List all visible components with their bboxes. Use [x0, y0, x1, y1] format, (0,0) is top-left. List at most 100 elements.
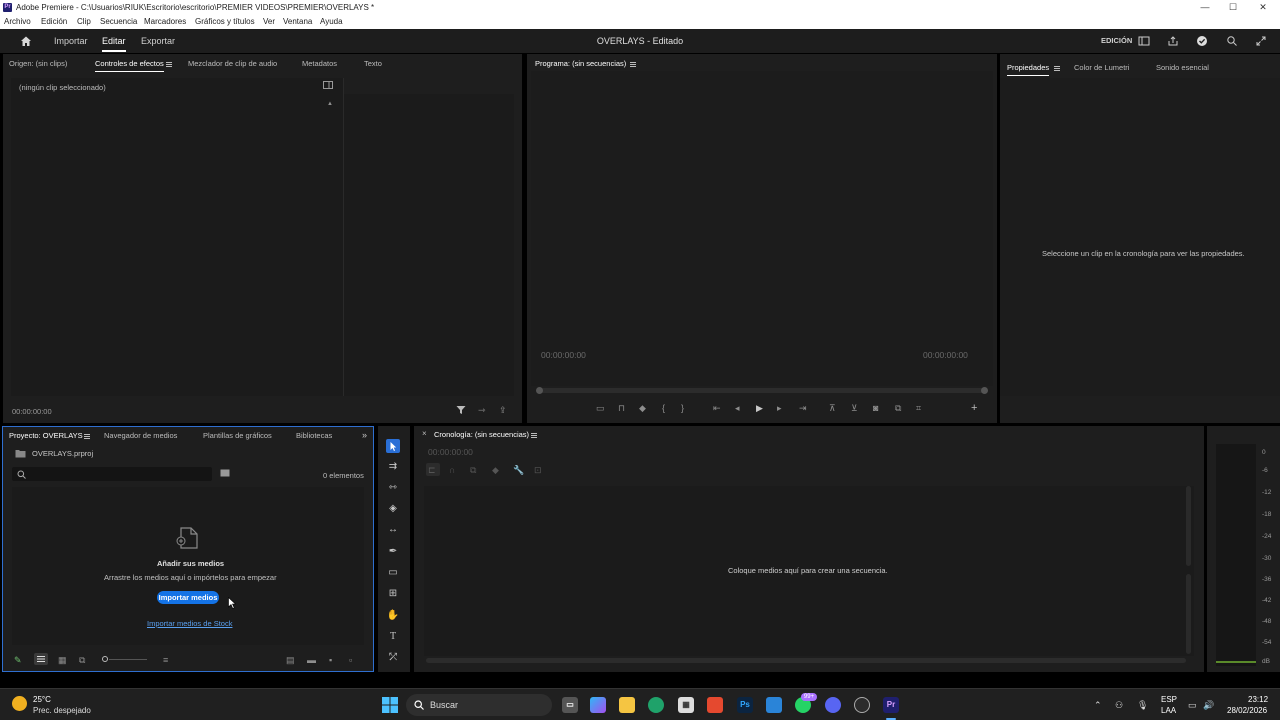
program-video-area[interactable]: [531, 71, 993, 386]
tab-color-lumetri[interactable]: Color de Lumetri: [1074, 63, 1129, 72]
delete-icon[interactable]: ▫: [349, 655, 352, 665]
photoshop-icon[interactable]: Ps: [737, 697, 753, 713]
keyboard-layout[interactable]: LAA: [1161, 706, 1176, 715]
zoom-slider-track[interactable]: [109, 659, 147, 660]
weather-icon[interactable]: [12, 696, 27, 711]
vr-icon[interactable]: ⌗: [916, 403, 921, 413]
add-marker-icon[interactable]: ◆: [639, 403, 646, 413]
pencil-icon[interactable]: ✎: [14, 655, 22, 665]
menu-ventana[interactable]: Ventana: [283, 17, 312, 26]
display-icon[interactable]: ▭: [1188, 700, 1197, 710]
generative-extend-tool-icon[interactable]: ⤱: [386, 651, 400, 665]
toggle-timeline-icon[interactable]: [323, 81, 333, 91]
discord-icon[interactable]: [825, 697, 841, 713]
video-tracks-scrollbar[interactable]: [1186, 486, 1191, 566]
properties-menu-icon[interactable]: [1054, 66, 1060, 72]
import-media-button[interactable]: Importar medios: [157, 591, 219, 604]
add-button-icon[interactable]: +: [971, 403, 977, 414]
freeform-view-icon[interactable]: ⧉: [79, 655, 85, 665]
go-to-out-icon[interactable]: ⇥: [799, 403, 807, 413]
extract-icon[interactable]: ⊻: [851, 403, 858, 413]
network-icon[interactable]: ⚇: [1115, 700, 1123, 710]
share-icon[interactable]: [1167, 35, 1179, 47]
tab-bibliotecas[interactable]: Bibliotecas: [296, 431, 332, 440]
scrubber-start-handle[interactable]: [536, 387, 543, 394]
menu-clip[interactable]: Clip: [77, 17, 91, 26]
workspace-label[interactable]: EDICIÓN: [1101, 36, 1132, 45]
slip-tool-icon[interactable]: ↔: [386, 523, 400, 537]
safe-margins-icon[interactable]: ▭: [596, 403, 605, 413]
menu-marcadores[interactable]: Marcadores: [144, 17, 186, 26]
file-explorer-icon[interactable]: [619, 697, 635, 713]
lift-clip-icon[interactable]: ⊼: [829, 403, 836, 413]
tab-cronologia[interactable]: Cronología: (sin secuencias): [434, 430, 529, 439]
tab-texto[interactable]: Texto: [364, 59, 382, 68]
edge-icon[interactable]: [648, 697, 664, 713]
show-hidden-icons[interactable]: ⌃: [1094, 700, 1102, 710]
fullscreen-icon[interactable]: [1255, 35, 1267, 47]
new-bin-from-search-icon[interactable]: [220, 469, 230, 479]
timeline-menu-icon[interactable]: [531, 433, 537, 439]
clock-time[interactable]: 23:12: [1248, 695, 1268, 704]
tab-origen[interactable]: Origen: (sin clips): [9, 59, 67, 68]
pen-tool-icon[interactable]: ✒: [386, 545, 400, 559]
snipping-tool-icon[interactable]: [766, 697, 782, 713]
icon-view-icon[interactable]: ▦: [58, 655, 67, 665]
linked-selection-icon[interactable]: ⧉: [470, 465, 476, 475]
sort-icon[interactable]: ≡: [163, 655, 168, 665]
import-stock-link[interactable]: Importar medios de Stock: [147, 619, 232, 628]
minimize-button[interactable]: —: [1190, 1, 1220, 14]
audio-tracks-scrollbar[interactable]: [1186, 574, 1191, 654]
menu-graficos[interactable]: Gráficos y títulos: [195, 17, 255, 26]
new-item-icon[interactable]: ▪: [329, 655, 332, 665]
menu-ver[interactable]: Ver: [263, 17, 275, 26]
step-back-icon[interactable]: ◂: [735, 403, 740, 413]
tab-mezclador-audio[interactable]: Mezclador de clip de audio: [188, 59, 277, 68]
task-view-icon[interactable]: ▭: [562, 697, 578, 713]
list-view-button[interactable]: [34, 653, 48, 665]
captions-icon[interactable]: ⊡: [534, 465, 542, 475]
premiere-taskbar-icon[interactable]: Pr: [883, 697, 899, 713]
hand-tool-icon[interactable]: ✋: [386, 609, 400, 623]
copilot-icon[interactable]: [590, 697, 606, 713]
snap-icon[interactable]: ∩: [449, 465, 455, 475]
more-tabs-icon[interactable]: »: [362, 430, 367, 440]
tab-metadatos[interactable]: Metadatos: [302, 59, 337, 68]
comparison-view-icon[interactable]: ⧉: [895, 403, 901, 413]
export-frame-icon[interactable]: ◙: [873, 403, 878, 413]
tab-propiedades[interactable]: Propiedades: [1007, 63, 1050, 76]
close-timeline-icon[interactable]: ×: [422, 429, 427, 439]
menu-edicion[interactable]: Edición: [41, 17, 67, 26]
start-icon[interactable]: [382, 697, 398, 715]
timeline-horizontal-scrollbar[interactable]: [426, 658, 1186, 663]
automate-to-sequence-icon[interactable]: ▤: [286, 655, 295, 665]
type-tool-icon[interactable]: T: [386, 630, 400, 644]
tab-sonido-esencial[interactable]: Sonido esencial: [1156, 63, 1209, 72]
filter-icon[interactable]: [456, 405, 466, 417]
store-icon[interactable]: ▦: [678, 697, 694, 713]
maximize-button[interactable]: ☐: [1218, 1, 1248, 14]
tab-controles-efectos[interactable]: Controles de efectos: [95, 59, 164, 72]
program-scrubber[interactable]: [537, 388, 987, 393]
search-settings-icon[interactable]: [1226, 35, 1238, 47]
microphone-icon[interactable]: 🎙: [1137, 700, 1148, 710]
step-forward-icon[interactable]: ▸: [777, 403, 782, 413]
mark-in-icon[interactable]: {: [662, 403, 665, 413]
play-icon[interactable]: ▶: [756, 403, 763, 413]
tab-programa[interactable]: Programa: (sin secuencias): [535, 59, 626, 68]
brave-icon[interactable]: [707, 697, 723, 713]
razor-tool-icon[interactable]: ◈: [386, 502, 400, 516]
ripple-edit-tool-icon[interactable]: ⇿: [386, 481, 400, 495]
selection-tool-icon[interactable]: [386, 439, 400, 453]
clock-date[interactable]: 28/02/2026: [1227, 706, 1267, 715]
volume-icon[interactable]: 🔊: [1203, 700, 1214, 710]
check-circle-icon[interactable]: [1196, 35, 1208, 47]
panel-menu-icon[interactable]: [166, 62, 172, 68]
track-select-tool-icon[interactable]: ⇉: [386, 460, 400, 474]
remix-tool-icon[interactable]: ⊞: [386, 587, 400, 601]
export-icon[interactable]: ⇪: [499, 405, 507, 415]
project-search-input[interactable]: [12, 467, 212, 481]
zoom-slider-handle[interactable]: [102, 656, 108, 662]
go-to-in-icon[interactable]: ⇤: [713, 403, 721, 413]
taskbar-search[interactable]: Buscar: [406, 694, 552, 716]
